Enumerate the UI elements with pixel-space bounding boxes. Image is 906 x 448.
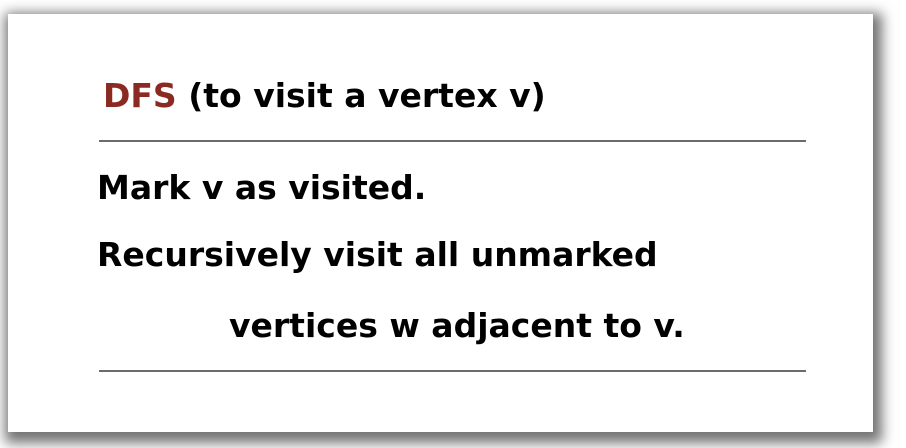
bottom-divider	[99, 370, 806, 372]
algorithm-title: DFS (to visit a vertex v)	[103, 76, 546, 116]
algorithm-subtitle: (to visit a vertex v)	[188, 76, 546, 115]
step-recursive-visit: Recursively visit all unmarked	[97, 235, 658, 274]
top-divider	[99, 140, 806, 142]
step-recursive-visit-continued: vertices w adjacent to v.	[229, 306, 685, 345]
step-mark-visited: Mark v as visited.	[97, 168, 427, 207]
algorithm-keyword: DFS	[103, 76, 177, 115]
